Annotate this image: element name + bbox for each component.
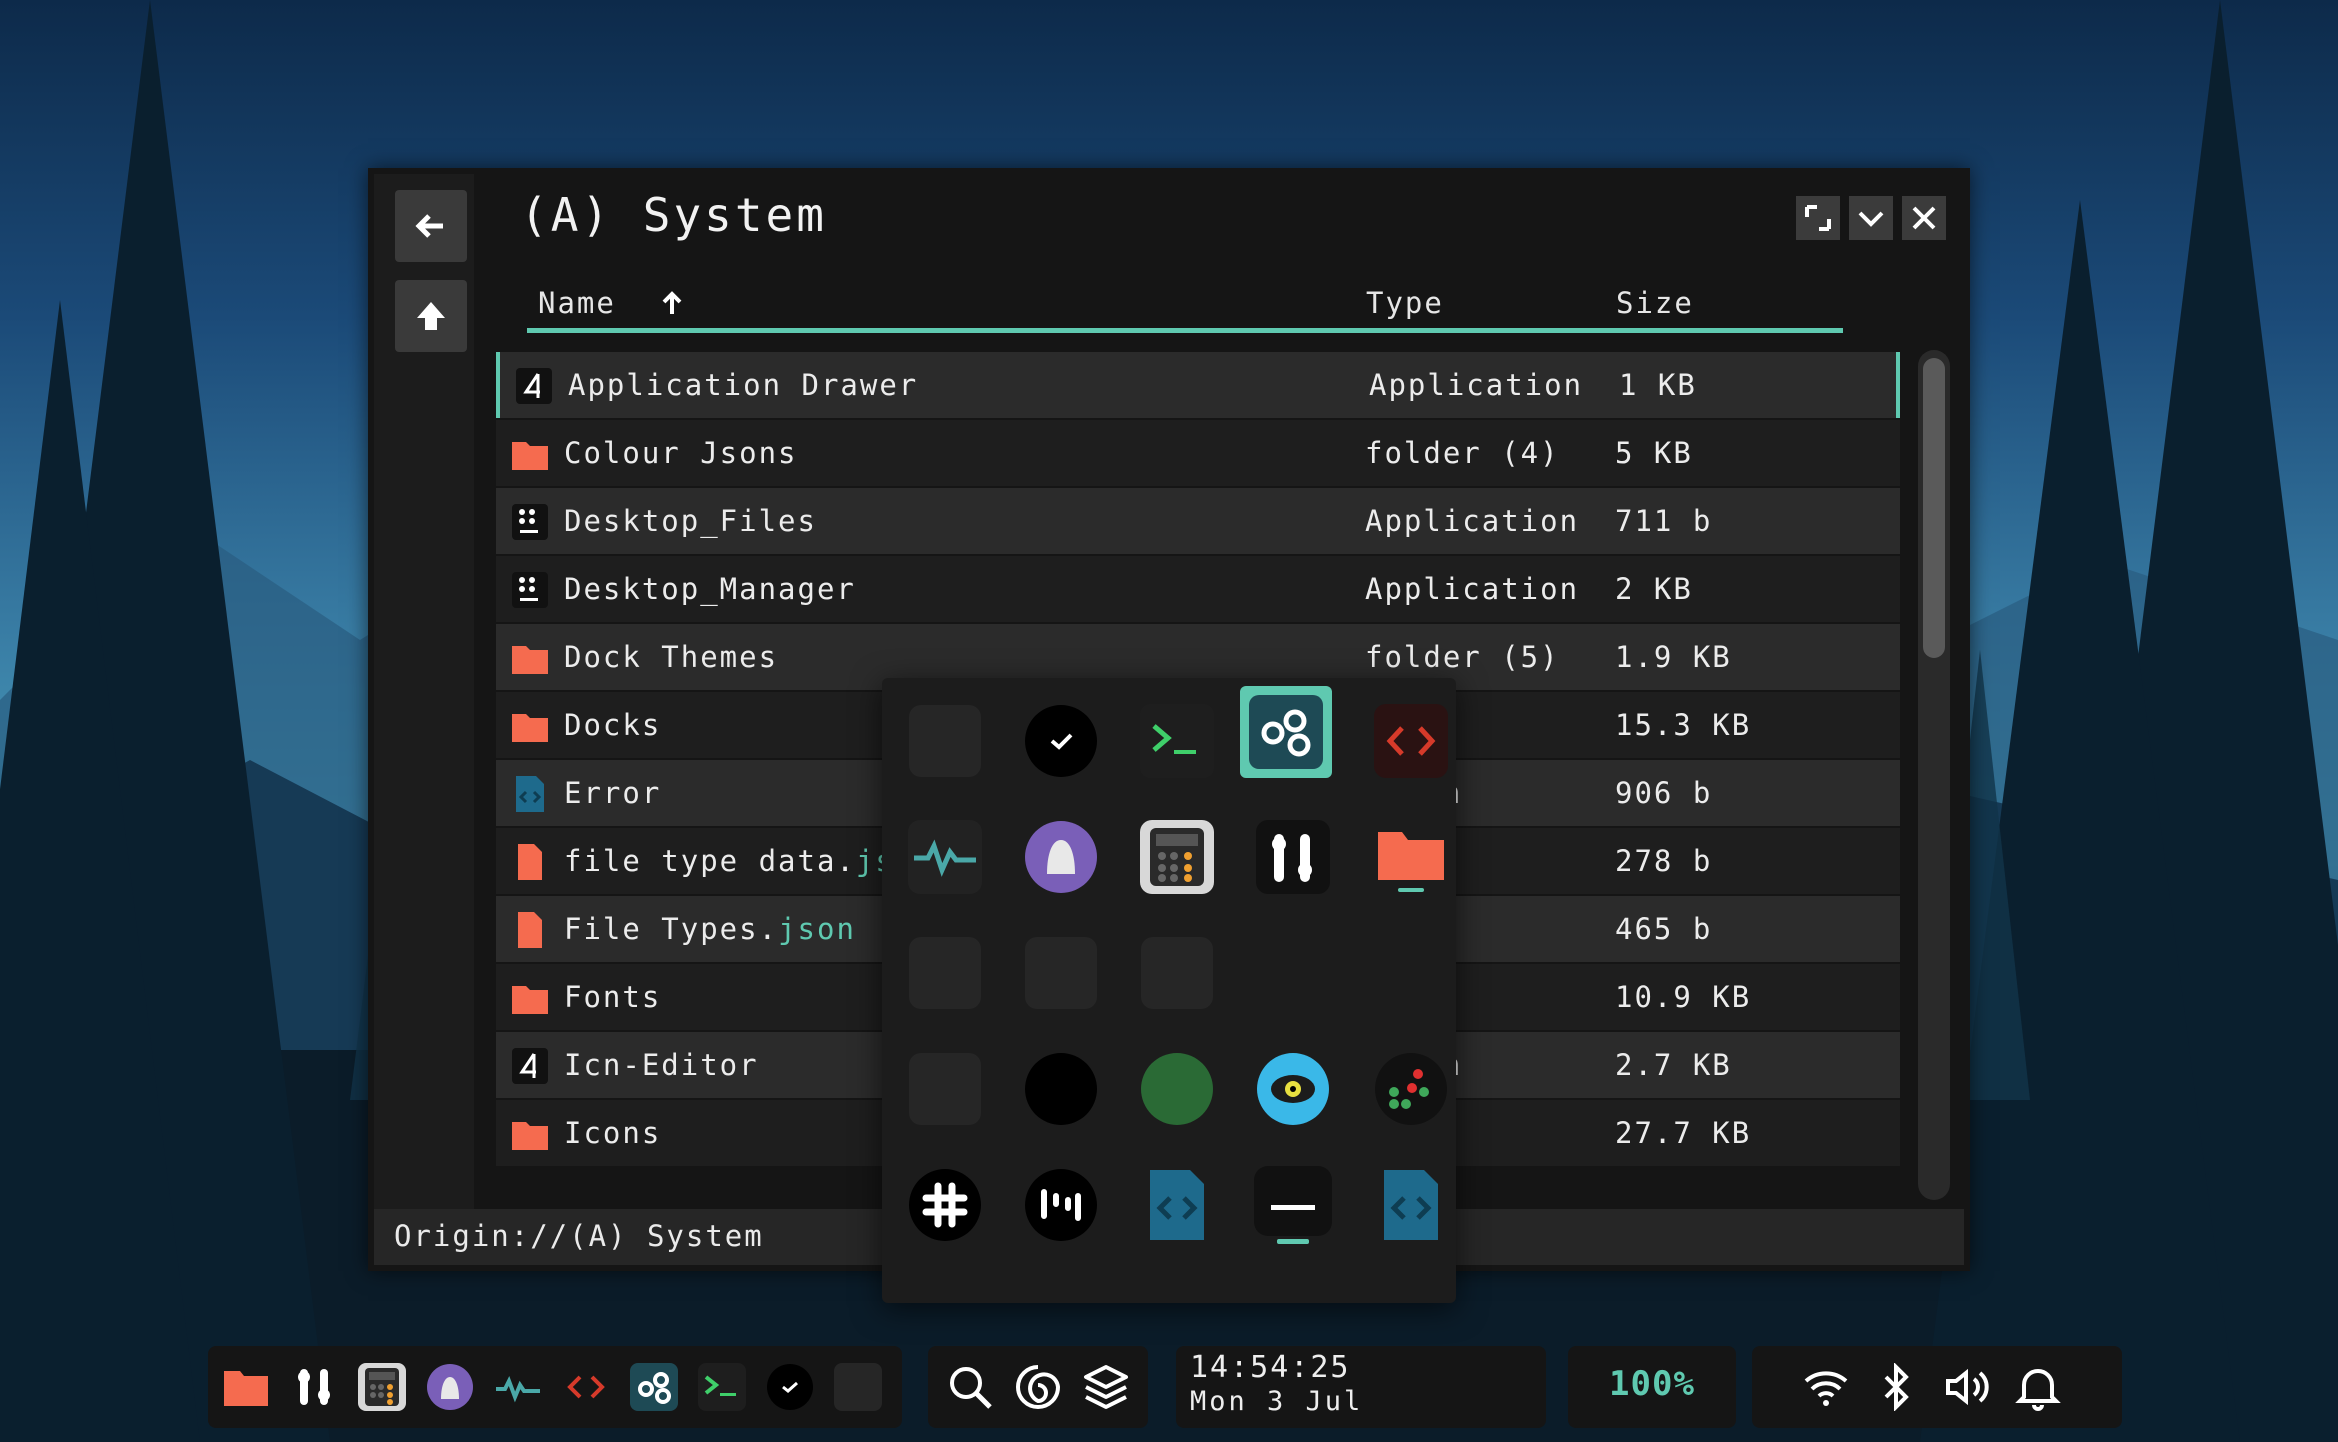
app-drawer-popup: [882, 678, 1456, 1303]
empty-slot[interactable]: [900, 696, 990, 786]
settings-sliders-icon[interactable]: [290, 1363, 338, 1411]
battery-level: 100%: [1609, 1364, 1695, 1404]
column-header-size[interactable]: Size: [1616, 286, 1694, 320]
bluetooth-icon[interactable]: [1872, 1363, 1920, 1411]
settings-sliders-app-icon[interactable]: [1248, 812, 1338, 902]
scrollbar[interactable]: [1918, 350, 1950, 1200]
clock-icon[interactable]: [766, 1363, 814, 1411]
close-icon: [1912, 206, 1936, 230]
file-row[interactable]: Desktop_Files Application 711 b: [496, 488, 1900, 554]
system-tray: [1752, 1346, 2122, 1428]
slack-app-icon[interactable]: [900, 1160, 990, 1250]
file-icon: [518, 844, 542, 880]
column-header-type[interactable]: Type: [1366, 286, 1444, 320]
clock-app-icon[interactable]: [1016, 696, 1106, 786]
minimize-app-icon[interactable]: [1248, 1160, 1338, 1250]
wifi-icon[interactable]: [1802, 1363, 1850, 1411]
empty-slot[interactable]: [900, 928, 990, 1018]
arrow-left-icon: [415, 214, 443, 238]
folder-icon: [512, 1122, 548, 1150]
app-dots-icon: [512, 572, 548, 608]
folder-icon: [512, 646, 548, 674]
restore-icon: [1805, 205, 1831, 231]
empty-slot[interactable]: [900, 1044, 990, 1134]
code-file-app-icon[interactable]: [1366, 1160, 1456, 1250]
calculator-app-icon[interactable]: [1132, 812, 1222, 902]
app-icon: [512, 1048, 548, 1084]
close-button[interactable]: [1902, 196, 1946, 240]
folder-icon: [512, 714, 548, 742]
black-circle-app-icon[interactable]: [1016, 1044, 1106, 1134]
spiral-icon[interactable]: [1014, 1363, 1062, 1411]
ghost-app-icon[interactable]: [1016, 812, 1106, 902]
empty-slot[interactable]: [1016, 928, 1106, 1018]
volume-icon[interactable]: [1942, 1363, 1990, 1411]
minimize-button[interactable]: [1849, 196, 1893, 240]
clock-time: 14:54:25: [1190, 1350, 1351, 1385]
share-icon[interactable]: [630, 1363, 678, 1411]
folder-app-icon[interactable]: [1366, 812, 1456, 902]
ghost-icon[interactable]: [426, 1363, 474, 1411]
dots-app-icon[interactable]: [1366, 1044, 1456, 1134]
terminal-app-icon[interactable]: [1132, 696, 1222, 786]
folder-icon[interactable]: [222, 1363, 270, 1411]
eye-app-icon[interactable]: [1248, 1044, 1338, 1134]
sidebar: [374, 174, 474, 1209]
header-underline: [527, 328, 1843, 333]
file-row[interactable]: Desktop_Manager Application 2 KB: [496, 556, 1900, 622]
bars-app-icon[interactable]: [1016, 1160, 1106, 1250]
tools-panel: [928, 1346, 1148, 1428]
clock-date: Mon 3 Jul: [1190, 1386, 1364, 1417]
scrollbar-thumb[interactable]: [1923, 358, 1945, 658]
activity-app-icon[interactable]: [900, 812, 990, 902]
restore-button[interactable]: [1796, 196, 1840, 240]
file-icon: [518, 912, 542, 948]
code-editor-icon[interactable]: [562, 1363, 610, 1411]
column-header-name[interactable]: Name: [538, 286, 685, 320]
search-icon[interactable]: [946, 1363, 994, 1411]
back-button[interactable]: [395, 190, 467, 262]
layers-icon[interactable]: [1082, 1363, 1130, 1411]
folder-icon: [512, 986, 548, 1014]
file-row[interactable]: Application Drawer Application 1 KB: [496, 352, 1900, 418]
terminal-icon[interactable]: [698, 1363, 746, 1411]
bell-icon[interactable]: [2014, 1363, 2062, 1411]
battery-panel[interactable]: 100%: [1568, 1346, 1736, 1428]
file-row[interactable]: Colour Jsons folder (4) 5 KB: [496, 420, 1900, 486]
up-button[interactable]: [395, 280, 467, 352]
activity-icon[interactable]: [494, 1363, 542, 1411]
app-dots-icon: [512, 504, 548, 540]
window-title: (A) System: [520, 188, 827, 242]
code-file-app-icon[interactable]: [1132, 1160, 1222, 1250]
dock: [208, 1346, 902, 1428]
sort-ascending-icon: [662, 291, 682, 314]
arrow-up-icon: [417, 302, 445, 330]
share-app-icon[interactable]: [1240, 686, 1332, 778]
green-circle-app-icon[interactable]: [1132, 1044, 1222, 1134]
chevron-down-icon: [1858, 211, 1884, 227]
code-editor-app-icon[interactable]: [1366, 696, 1456, 786]
code-file-icon: [516, 776, 544, 812]
empty-slot-icon[interactable]: [834, 1363, 882, 1411]
clock-panel[interactable]: 14:54:25 Mon 3 Jul: [1176, 1346, 1546, 1428]
folder-icon: [512, 442, 548, 470]
calculator-icon[interactable]: [358, 1363, 406, 1411]
current-path: Origin://(A) System: [394, 1219, 764, 1253]
empty-slot[interactable]: [1132, 928, 1222, 1018]
app-icon: [516, 368, 552, 404]
